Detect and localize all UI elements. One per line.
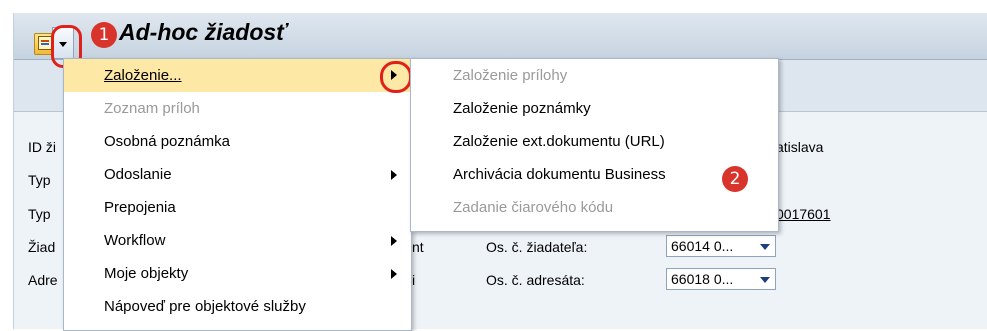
addressee-number-field[interactable]: 66018 0... xyxy=(666,268,776,290)
requester-number-value: 66014 0... xyxy=(671,238,734,254)
menu-item-my-objects[interactable]: Moje objekty xyxy=(64,257,411,290)
menu-item-label: Archivácia dokumentu Business xyxy=(453,166,666,183)
menu-item-label: Založenie poznámky xyxy=(453,100,591,117)
form-label-requester: Žiad xyxy=(28,239,56,255)
form-label-type-1: Typ xyxy=(28,172,51,188)
addressee-number-label: Os. č. adresáta: xyxy=(486,272,585,288)
menu-item-workflow[interactable]: Workflow xyxy=(64,224,411,257)
menu-item-help[interactable]: Nápoveď pre objektové služby xyxy=(64,290,411,323)
dropdown-arrow-icon[interactable] xyxy=(760,244,770,250)
submenu-item-create-note[interactable]: Založenie poznámky xyxy=(411,92,778,125)
menu-item-label: Nápoveď pre objektové služby xyxy=(104,298,306,315)
menu-item-label: Odoslanie xyxy=(104,166,172,183)
form-label-id: ID ži xyxy=(28,139,56,155)
create-submenu: Založenie prílohy Založenie poznámky Zal… xyxy=(410,58,779,232)
services-context-menu: Založenie... Zoznam príloh Osobná poznám… xyxy=(63,58,412,331)
menu-item-label: Osobná poznámka xyxy=(104,133,230,150)
menu-item-label: Založenie ext.dokumentu (URL) xyxy=(453,133,665,150)
city-value: atislava xyxy=(776,139,824,155)
annotation-badge-1: 1 xyxy=(91,22,117,48)
menu-item-label: Workflow xyxy=(104,232,166,249)
annotation-badge-2: 2 xyxy=(722,166,748,192)
submenu-item-enter-barcode: Zadanie čiarového kódu xyxy=(411,191,778,224)
dropdown-arrow-icon[interactable] xyxy=(760,277,770,283)
annotation-highlight-ring xyxy=(380,61,412,93)
menu-item-label: Zadanie čiarového kódu xyxy=(453,199,614,216)
menu-item-attachment-list: Zoznam príloh xyxy=(64,92,411,125)
menu-item-create[interactable]: Založenie... xyxy=(64,59,411,92)
menu-item-relationships[interactable]: Prepojenia xyxy=(64,191,411,224)
requester-number-label: Os. č. žiadateľa: xyxy=(486,239,588,255)
submenu-arrow-icon xyxy=(391,269,397,279)
submenu-arrow-icon xyxy=(391,236,397,246)
menu-item-send[interactable]: Odoslanie xyxy=(64,158,411,191)
label-fragment-i: i xyxy=(412,272,416,288)
menu-item-label: Založenie... xyxy=(104,67,182,84)
document-number-link[interactable]: 0017601 xyxy=(776,206,831,222)
addressee-number-value: 66018 0... xyxy=(671,271,734,287)
submenu-item-create-attachment: Založenie prílohy xyxy=(411,59,778,92)
requester-number-field[interactable]: 66014 0... xyxy=(666,235,776,257)
form-label-address: Adre xyxy=(28,272,58,288)
page-title: Ad-hoc žiadosť xyxy=(119,19,288,45)
form-label-type-2: Typ xyxy=(28,206,51,222)
menu-item-label: Založenie prílohy xyxy=(453,67,568,84)
menu-item-label: Moje objekty xyxy=(104,265,189,282)
submenu-item-create-ext-document[interactable]: Založenie ext.dokumentu (URL) xyxy=(411,125,778,158)
menu-item-label: Prepojenia xyxy=(104,199,176,216)
label-fragment-nt: nt xyxy=(412,239,424,255)
title-bar: Ad-hoc žiadosť xyxy=(14,13,987,60)
menu-item-personal-note[interactable]: Osobná poznámka xyxy=(64,125,411,158)
submenu-arrow-icon xyxy=(391,170,397,180)
menu-item-label: Zoznam príloh xyxy=(104,100,200,117)
